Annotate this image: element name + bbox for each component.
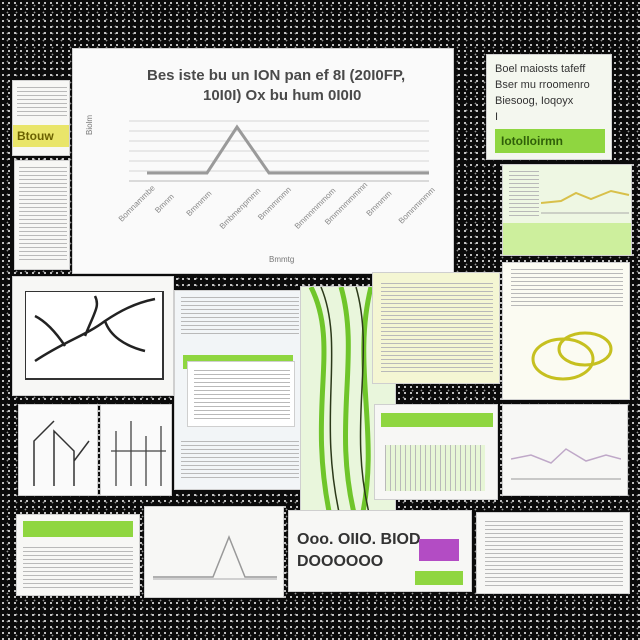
chart-plot (129, 120, 429, 182)
right-top-line-1: Boel maiosts tafeff (495, 63, 586, 75)
thumb-bottom-left (16, 514, 140, 596)
thumb-tree-diagram (12, 276, 174, 396)
bottom-purple-tag (419, 539, 459, 561)
right-top-line-2: Bser mu rroomenro (495, 79, 590, 91)
tick-label: Bmbmenpmmn (217, 186, 263, 231)
thumb-doc-left-mid (14, 160, 70, 270)
chart-title-line-2: 10I0I) Ox bu hum 0I0I0 (203, 87, 362, 104)
thumb-doc-center (174, 290, 304, 490)
chart-series-line (147, 124, 429, 175)
chart-y-label: Biolm (85, 114, 94, 135)
thumb-sketch-2 (100, 404, 172, 496)
right-top-line-4: I (495, 111, 499, 123)
thumb-rings-chart (502, 262, 630, 400)
thumb-sketch-1 (18, 404, 98, 496)
thumb-bottom-peak (144, 506, 284, 598)
bottom-green-tag (415, 571, 463, 585)
tick-label: Bmmmm (364, 189, 394, 218)
thumb-bottom-text: Ooo. OIIO. BIOD DOOOOOO (288, 510, 472, 592)
right-top-line-3: Biesoog, Ioqoyx (495, 95, 574, 107)
bottom-text-2: DOOOOOO (297, 553, 384, 570)
tick-label: Bmnm (153, 192, 176, 215)
bottom-text-1: Ooo. OIIO. BIOD (297, 531, 421, 548)
thumb-line-chart-small (502, 404, 628, 496)
tick-label: Bmmmm (184, 189, 214, 218)
right-top-badge: Iotolloirmn (495, 129, 605, 153)
thumb-chart-right (502, 164, 632, 256)
thumb-doc-right-top: Boel maiosts tafeff Bser mu rroomenro Bi… (486, 54, 612, 160)
thumb-bar-doc (374, 404, 498, 500)
thumb-doc-left-top: Btouw (12, 80, 70, 156)
main-chart-card: Bes iste bu un ION pan ef 8I (20I0FP, 10… (72, 48, 454, 274)
chart-x-label: Bmmtg (269, 255, 295, 264)
thumb-bottom-right (476, 512, 630, 594)
thumb-fan-docs (372, 272, 500, 384)
chart-title-line-1: Bes iste bu un ION pan ef 8I (20I0FP, (147, 67, 406, 84)
